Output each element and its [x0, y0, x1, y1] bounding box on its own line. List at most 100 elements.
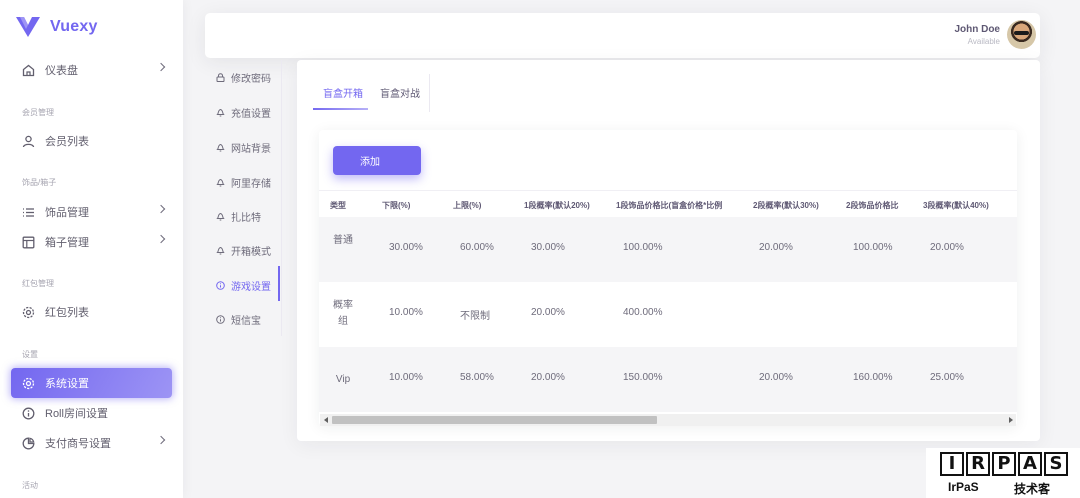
settings-menu-item[interactable]: 网站背景: [216, 137, 296, 157]
watermark-letter: P: [992, 452, 1016, 476]
sidebar-item-label: 箱子管理: [45, 237, 89, 249]
watermark-letter: R: [966, 452, 990, 476]
sidebar-item-label: 支付商号设置: [45, 438, 111, 450]
sidebar-item-dashboard[interactable]: 仪表盘: [11, 55, 172, 85]
sidebar-item-label: 仪表盘: [45, 65, 78, 77]
column-header: 类型: [330, 201, 346, 210]
list-icon: [22, 206, 35, 219]
table-cell: 30.00%: [531, 242, 565, 253]
scroll-right-arrow-icon[interactable]: [1009, 417, 1013, 423]
column-header: 2段概率(默认30%): [753, 201, 819, 210]
scroll-left-arrow-icon[interactable]: [324, 417, 328, 423]
settings-menu-label: 修改密码: [231, 73, 271, 85]
watermark-logo: I R P A S: [940, 452, 1068, 476]
pie-chart-icon: [22, 437, 35, 450]
table-cell: 20.00%: [759, 242, 793, 253]
user-name: John Doe: [954, 24, 1000, 35]
gear-icon: [22, 377, 35, 390]
table-cell: 160.00%: [853, 372, 893, 383]
sidebar-item-label: Roll房间设置: [45, 408, 108, 420]
section-settings: 设置: [22, 350, 38, 359]
column-header: 3段概率(默认40%): [923, 201, 989, 210]
brand-name: Vuexy: [50, 18, 98, 35]
table-header: 类型 下限(%) 上限(%) 1段概率(默认20%) 1段饰品价格比(盲盒价格*比例 2段…: [319, 190, 1017, 217]
table-row: 概率组 10.00% 不限制 20.00% 400.00%: [319, 282, 1017, 347]
avatar-sunglasses: [1014, 31, 1029, 35]
watermark: I R P A S IrPaS 技术客: [926, 448, 1080, 498]
sidebar-item-payment-merchant-settings[interactable]: 支付商号设置: [11, 428, 172, 458]
table-cell: 20.00%: [930, 242, 964, 253]
watermark-letter: A: [1018, 452, 1042, 476]
type-cell: 概率组: [333, 300, 353, 327]
sidebar-item-item-management[interactable]: 饰品管理: [11, 197, 172, 227]
tab-blind-box-battle[interactable]: 盲盒对战: [370, 74, 425, 110]
tab-bar: 盲盒开箱 盲盒对战: [313, 74, 427, 110]
settings-menu-label: 充值设置: [231, 108, 271, 120]
chevron-right-icon: [156, 204, 166, 214]
table-cell: 58.00%: [460, 372, 494, 383]
settings-menu-item[interactable]: 充值设置: [216, 102, 296, 122]
sidebar-item-redpacket-list[interactable]: 红包列表: [11, 297, 172, 327]
settings-menu-item[interactable]: 修改密码: [216, 67, 296, 87]
table-cell: 100.00%: [853, 242, 893, 253]
table-cell: 20.00%: [759, 372, 793, 383]
table-cell: 20.00%: [531, 372, 565, 383]
table-cell: 10.00%: [389, 307, 423, 318]
add-button[interactable]: 添加: [333, 146, 421, 175]
column-header: 1段概率(默认20%): [524, 201, 590, 210]
bell-icon: [216, 246, 225, 255]
watermark-text-left: IrPaS: [948, 480, 979, 494]
table-card: 添加 类型 下限(%) 上限(%) 1段概率(默认20%) 1段饰品价格比(盲盒价格*比…: [319, 130, 1017, 426]
table-cell: 不限制: [460, 311, 490, 322]
settings-menu-label: 扎比特: [231, 212, 261, 224]
tab-separator: [429, 74, 430, 112]
bell-icon: [216, 178, 225, 187]
type-cell: 普通: [333, 235, 353, 246]
table-cell: 60.00%: [460, 242, 494, 253]
settings-menu-label: 阿里存储: [231, 178, 271, 190]
section-redpacket: 红包管理: [22, 279, 54, 288]
settings-menu-label: 短信宝: [231, 315, 261, 327]
settings-menu-item[interactable]: 游戏设置: [216, 275, 296, 295]
section-activity: 活动: [22, 481, 38, 490]
settings-menu-item[interactable]: 扎比特: [216, 206, 296, 226]
sidebar-item-label: 系统设置: [45, 378, 89, 390]
user-status: Available: [967, 37, 1000, 46]
settings-menu-item[interactable]: 阿里存储: [216, 172, 296, 192]
sidebar-item-roll-room-settings[interactable]: Roll房间设置: [11, 398, 172, 428]
sidebar-item-system-settings[interactable]: 系统设置: [11, 368, 172, 398]
section-items: 饰品/箱子: [22, 178, 57, 187]
table-cell: 400.00%: [623, 307, 663, 318]
user-dropdown[interactable]: John Doe Available: [954, 24, 1000, 46]
table-cell: 30.00%: [389, 242, 423, 253]
bell-icon: [216, 212, 225, 221]
horizontal-scrollbar[interactable]: [320, 414, 1016, 426]
home-icon: [22, 64, 35, 77]
sidebar-item-label: 红包列表: [45, 307, 89, 319]
tab-blind-box-open[interactable]: 盲盒开箱: [313, 74, 368, 110]
sidebar-item-member-list[interactable]: 会员列表: [11, 126, 172, 156]
settings-menu-item[interactable]: 短信宝: [216, 309, 296, 329]
table-row: Vip 10.00% 58.00% 20.00% 150.00% 20.00% 160.00…: [319, 347, 1017, 412]
lock-icon: [216, 72, 225, 82]
chevron-right-icon: [156, 435, 166, 445]
section-members: 会员管理: [22, 108, 54, 117]
gear-icon: [22, 306, 35, 319]
info-icon: [216, 314, 225, 324]
settings-menu-item[interactable]: 开箱模式: [216, 240, 296, 260]
sidebar-item-box-management[interactable]: 箱子管理: [11, 227, 172, 257]
settings-menu-label: 游戏设置: [231, 281, 271, 293]
sidebar: Vuexy 仪表盘 会员管理 会员列表 饰品/箱子 饰品管理 箱子管理 红包管理: [0, 0, 183, 498]
scrollbar-thumb[interactable]: [332, 416, 657, 424]
user-icon: [22, 135, 35, 148]
table-cell: 150.00%: [623, 372, 663, 383]
layout-icon: [22, 236, 35, 249]
sidebar-item-label: 饰品管理: [45, 207, 89, 219]
info-icon: [22, 407, 35, 420]
avatar[interactable]: [1007, 20, 1036, 49]
brand[interactable]: Vuexy: [0, 0, 183, 54]
settings-menu-label: 开箱模式: [231, 246, 271, 258]
sidebar-item-label: 会员列表: [45, 136, 89, 148]
info-icon: [216, 280, 225, 290]
column-header: 1段饰品价格比(盲盒价格*比例: [616, 201, 723, 210]
